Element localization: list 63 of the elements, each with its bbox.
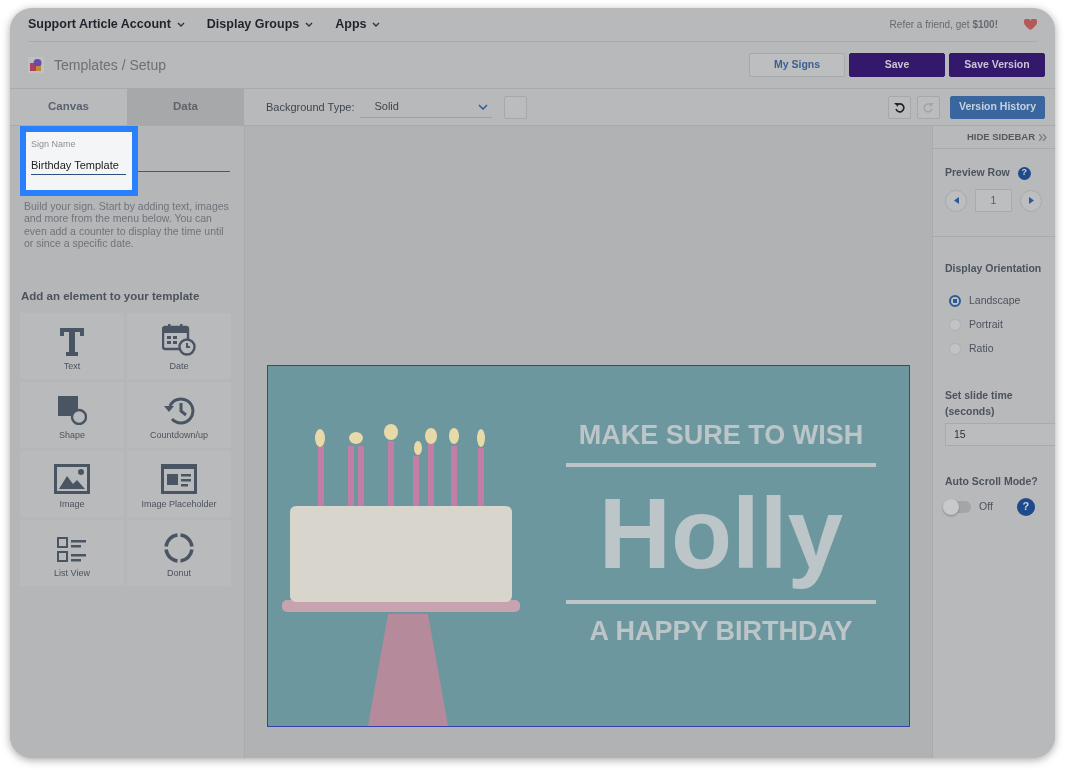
element-tile[interactable]: Image xyxy=(20,451,124,518)
save-button[interactable]: Save Version xyxy=(949,53,1045,77)
chevron-down-icon xyxy=(372,22,381,27)
element-tile[interactable]: Text xyxy=(20,313,124,380)
shape-icon xyxy=(57,394,87,425)
sign-subheading: A HAPPY BIRTHDAY xyxy=(589,618,853,645)
previous-button[interactable] xyxy=(945,189,967,212)
undo-button[interactable] xyxy=(887,95,911,119)
sign-name-field[interactable]: Birthday Template xyxy=(31,155,126,175)
layout-icon xyxy=(161,463,197,494)
chevron-down-icon xyxy=(478,103,489,110)
toggle-switch[interactable] xyxy=(945,500,971,513)
redo-icon xyxy=(922,101,934,113)
sidebar-tab[interactable]: Data xyxy=(127,89,244,125)
next-button[interactable] xyxy=(1020,189,1042,212)
undo-icon xyxy=(893,101,905,113)
intro-text: Build your sign. Start by adding text, images and more from the menu below. You can even add a counter to display the time until or since a specific date. xyxy=(24,199,230,250)
element-tile[interactable]: Date xyxy=(127,313,231,380)
text-icon xyxy=(59,327,85,356)
preview-row-label: Preview Row xyxy=(945,165,1010,181)
background-type-label: Background Type: xyxy=(266,99,355,115)
slide-time-field[interactable]: 15 xyxy=(945,422,1055,446)
element-tile[interactable]: List View xyxy=(20,520,124,587)
calendar-clock-icon xyxy=(162,323,196,356)
orientation-option[interactable]: Ratio xyxy=(949,340,1055,357)
element-tile[interactable]: Image Placeholder xyxy=(127,451,231,518)
auto-scroll-label: Auto Scroll Mode? xyxy=(945,473,1039,489)
sign-heading: MAKE SURE TO WISH xyxy=(578,422,864,449)
heart-icon xyxy=(1024,18,1037,31)
triangle-right-icon xyxy=(1028,197,1034,204)
field-label: Sign Name xyxy=(31,138,77,151)
double-chevron-icon xyxy=(1039,133,1047,141)
list-icon xyxy=(57,536,87,563)
breadcrumb: Templates / Setup xyxy=(54,55,167,75)
nav-menu[interactable]: Apps xyxy=(335,15,381,34)
help-icon[interactable]: ? xyxy=(1017,166,1031,180)
version-history-button[interactable]: Version History xyxy=(949,95,1045,119)
slide-time-label: Set slide time (seconds) xyxy=(945,387,1014,419)
element-tile[interactable]: Shape xyxy=(20,382,124,449)
element-tile[interactable]: Countdown/up xyxy=(127,382,231,449)
nav-menu[interactable]: Display Groups xyxy=(206,15,314,34)
radio-button[interactable] xyxy=(949,294,961,307)
chevron-down-icon xyxy=(305,22,314,27)
help-icon[interactable]: ? xyxy=(1016,497,1035,516)
element-tile[interactable]: Donut xyxy=(127,520,231,587)
image-icon xyxy=(54,463,90,494)
background-type-select[interactable]: Solid xyxy=(360,96,493,118)
toggle-label: Off xyxy=(979,498,993,514)
save-button[interactable]: Save xyxy=(849,53,945,77)
section-heading: Add an element to your template xyxy=(21,288,201,304)
donut-icon xyxy=(164,532,194,563)
history-clock-icon xyxy=(163,394,195,425)
orientation-label: Display Orientation xyxy=(945,261,1043,276)
triangle-left-icon xyxy=(953,197,959,204)
logo-icon xyxy=(28,57,44,73)
my-signs-button[interactable]: My Signs xyxy=(749,53,845,77)
nav-menu[interactable]: Support Article Account xyxy=(28,15,185,34)
chevron-down-icon xyxy=(176,22,185,27)
orientation-option[interactable]: Portrait xyxy=(949,316,1055,333)
referral-text: Refer a friend, get $100! xyxy=(889,18,998,32)
hide-sidebar-button[interactable]: HIDE SIDEBAR xyxy=(933,126,1055,149)
orientation-option[interactable]: Landscape xyxy=(949,292,1055,309)
row-number-field[interactable]: 1 xyxy=(975,189,1012,212)
